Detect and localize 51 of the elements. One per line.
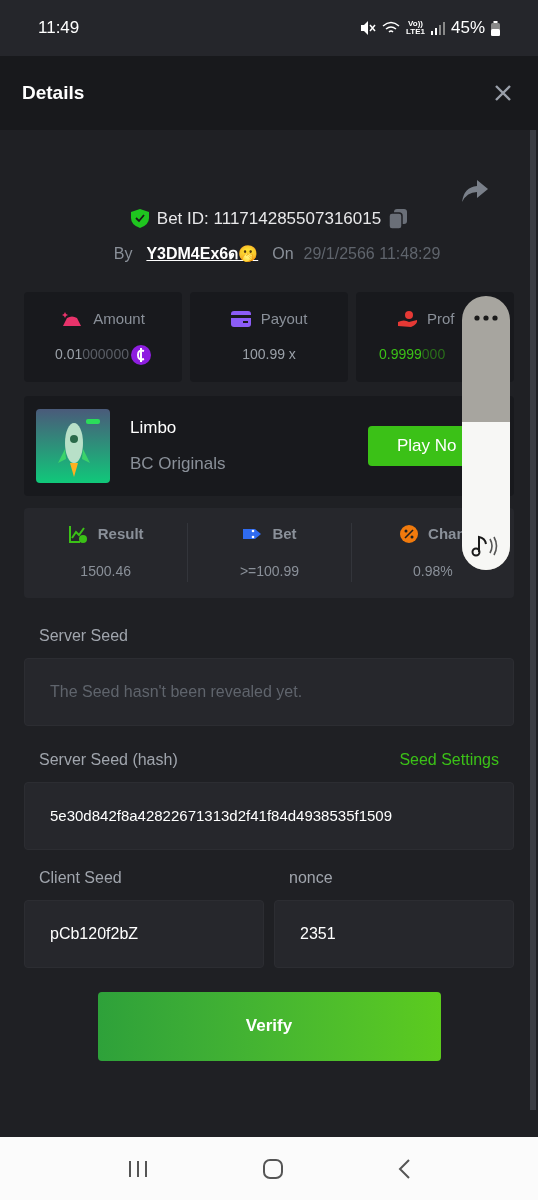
- home-icon[interactable]: [262, 1157, 284, 1180]
- status-time: 11:49: [38, 17, 80, 40]
- copy-icon[interactable]: [389, 208, 408, 229]
- recent-apps-icon[interactable]: [126, 1159, 149, 1178]
- result-value: >=100.99: [239, 562, 300, 582]
- hand-person-icon: [397, 310, 419, 328]
- back-icon[interactable]: [397, 1157, 412, 1180]
- bet-date: 29/1/2566 11:48:29: [303, 243, 441, 264]
- stat-label: Amount: [93, 308, 145, 329]
- volte-label: Vo)): [408, 20, 423, 28]
- field-label: Server Seed (hash): [39, 749, 178, 770]
- result-label: Result: [97, 523, 144, 544]
- chart-check-icon: [67, 524, 88, 544]
- seed-settings-link[interactable]: Seed Settings: [399, 747, 499, 772]
- result-value: 1500.46: [80, 562, 131, 582]
- stat-label: Prof: [427, 308, 455, 329]
- stat-value: 0.9999000: [379, 345, 446, 365]
- field-label: nonce: [289, 867, 334, 888]
- seed-field[interactable]: pCb120f2bZ: [24, 899, 264, 968]
- server-hash-field[interactable]: 5e30d842f8a42822671313d2f41f84d4938535f1509: [24, 781, 514, 850]
- coin-icon: [131, 344, 151, 365]
- field-label: Server Seed: [39, 625, 129, 646]
- result-label: Bet: [272, 523, 297, 544]
- stat-value: 0.01000000: [55, 345, 129, 365]
- seed-field[interactable]: 2351: [274, 899, 514, 968]
- on-label: On: [272, 243, 294, 264]
- game-title: Limbo: [130, 417, 178, 439]
- battery-percent: 45%: [450, 17, 485, 40]
- coins-icon: [61, 310, 84, 328]
- more-icon[interactable]: [474, 315, 498, 321]
- game-provider: BC Originals: [130, 452, 227, 475]
- field-label: Client Seed: [39, 867, 123, 888]
- user-link[interactable]: Y3DM4Ex6ด🫢: [146, 241, 259, 266]
- stat-label: Payout: [260, 308, 308, 329]
- result-value: 0.98%: [412, 562, 453, 582]
- lte-label: LTE1: [406, 28, 425, 36]
- by-label: By: [113, 243, 133, 264]
- share-icon[interactable]: [462, 180, 488, 202]
- mute-icon: [360, 20, 376, 36]
- bet-id: Bet ID: 111714285507316015: [156, 208, 382, 230]
- signal-icon: [430, 21, 445, 35]
- server-seed-field[interactable]: The Seed hasn't been revealed yet.: [24, 657, 514, 726]
- stat-value: 100.99 x: [242, 345, 296, 365]
- shield-check-icon: [130, 209, 149, 229]
- wifi-icon: [382, 21, 400, 35]
- battery-icon: [491, 20, 500, 36]
- percent-icon: [400, 525, 419, 543]
- card-icon: [230, 311, 251, 327]
- close-icon[interactable]: [494, 84, 512, 102]
- dialog-title: Details: [22, 80, 85, 105]
- volume-popup[interactable]: [462, 296, 510, 570]
